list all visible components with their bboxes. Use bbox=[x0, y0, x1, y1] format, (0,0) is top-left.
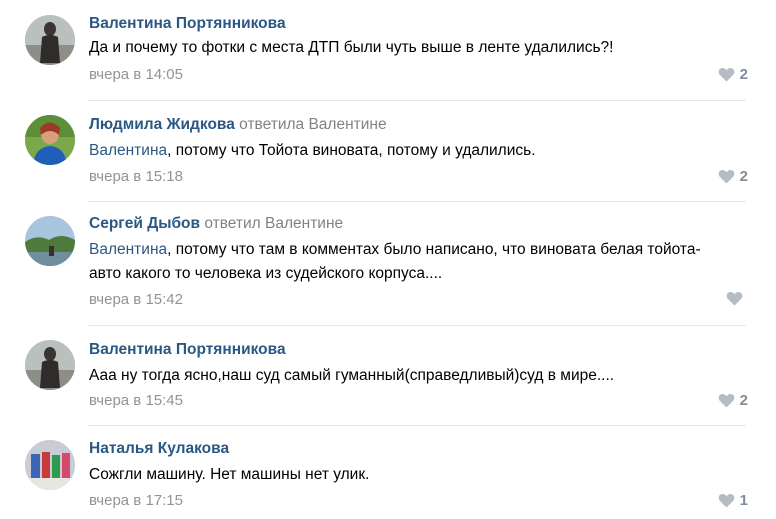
avatar[interactable] bbox=[25, 216, 75, 266]
heart-icon bbox=[718, 170, 734, 184]
comment-date[interactable]: вчера в 15:42 bbox=[89, 291, 183, 308]
comment-date[interactable]: вчера в 15:45 bbox=[89, 392, 183, 409]
like-button[interactable]: 2 bbox=[718, 168, 748, 185]
comment-author: Людмила Жидкова ответила Валентине bbox=[89, 116, 387, 134]
comment-date[interactable]: вчера в 17:15 bbox=[89, 492, 183, 509]
heart-icon bbox=[726, 292, 743, 306]
mention-link[interactable]: Валентина bbox=[89, 142, 167, 159]
like-button[interactable]: 2 bbox=[718, 66, 748, 83]
comment-author[interactable]: Валентина Портянникова bbox=[89, 15, 286, 33]
comment-body: Сожгли машину. Нет машины нет улик. bbox=[89, 466, 370, 483]
comment-date[interactable]: вчера в 14:05 bbox=[89, 66, 183, 83]
comment-text: Ааа ну тогда ясно,наш суд самый гуманный… bbox=[89, 364, 729, 388]
comment-text: Сожгли машину. Нет машины нет улик. bbox=[89, 463, 729, 487]
reply-to[interactable]: ответила Валентине bbox=[239, 116, 386, 133]
comment-text: Валентина, потому что там в комментах бы… bbox=[89, 238, 729, 286]
avatar[interactable] bbox=[25, 440, 75, 490]
comment-body: Да и почему то фотки с места ДТП были чу… bbox=[89, 39, 614, 56]
mention-link[interactable]: Валентина bbox=[89, 241, 167, 258]
like-count: 1 bbox=[739, 492, 748, 509]
comment-body: Ааа ну тогда ясно,наш суд самый гуманный… bbox=[89, 367, 615, 384]
heart-icon bbox=[718, 394, 734, 408]
author-name[interactable]: Валентина Портянникова bbox=[89, 341, 286, 358]
comments-feed: Валентина Портянникова Да и почему то фо… bbox=[0, 0, 776, 519]
author-name[interactable]: Людмила Жидкова bbox=[89, 116, 235, 133]
heart-icon bbox=[718, 68, 734, 82]
author-name[interactable]: Сергей Дыбов bbox=[89, 215, 200, 232]
author-name[interactable]: Валентина Портянникова bbox=[89, 15, 286, 32]
like-count: 2 bbox=[739, 168, 748, 185]
comment: Валентина Портянникова Да и почему то фо… bbox=[0, 0, 776, 101]
comment-body: , потому что там в комментах было написа… bbox=[89, 241, 701, 282]
comment-author: Сергей Дыбов ответил Валентине bbox=[89, 215, 343, 233]
avatar[interactable] bbox=[25, 15, 75, 65]
like-count: 2 bbox=[739, 66, 748, 83]
comment-body: , потому что Тойота виновата, потому и у… bbox=[167, 142, 536, 159]
heart-icon bbox=[718, 494, 734, 508]
comment-author[interactable]: Наталья Кулакова bbox=[89, 440, 229, 458]
avatar[interactable] bbox=[25, 340, 75, 390]
comment: Сергей Дыбов ответил Валентине Валентина… bbox=[0, 202, 776, 326]
like-button[interactable]: 1 bbox=[718, 492, 748, 509]
comment-date[interactable]: вчера в 15:18 bbox=[89, 168, 183, 185]
comment-text: Да и почему то фотки с места ДТП были чу… bbox=[89, 36, 729, 60]
comment: Наталья Кулакова Сожгли машину. Нет маши… bbox=[0, 426, 776, 519]
author-name[interactable]: Наталья Кулакова bbox=[89, 440, 229, 457]
reply-to[interactable]: ответил Валентине bbox=[204, 215, 343, 232]
comment-text: Валентина, потому что Тойота виновата, п… bbox=[89, 139, 729, 163]
avatar[interactable] bbox=[25, 115, 75, 165]
like-button[interactable] bbox=[726, 291, 748, 306]
comment: Валентина Портянникова Ааа ну тогда ясно… bbox=[0, 326, 776, 426]
comment: Людмила Жидкова ответила Валентине Вален… bbox=[0, 101, 776, 202]
comment-author[interactable]: Валентина Портянникова bbox=[89, 341, 286, 359]
like-button[interactable]: 2 bbox=[718, 392, 748, 409]
like-count: 2 bbox=[739, 392, 748, 409]
